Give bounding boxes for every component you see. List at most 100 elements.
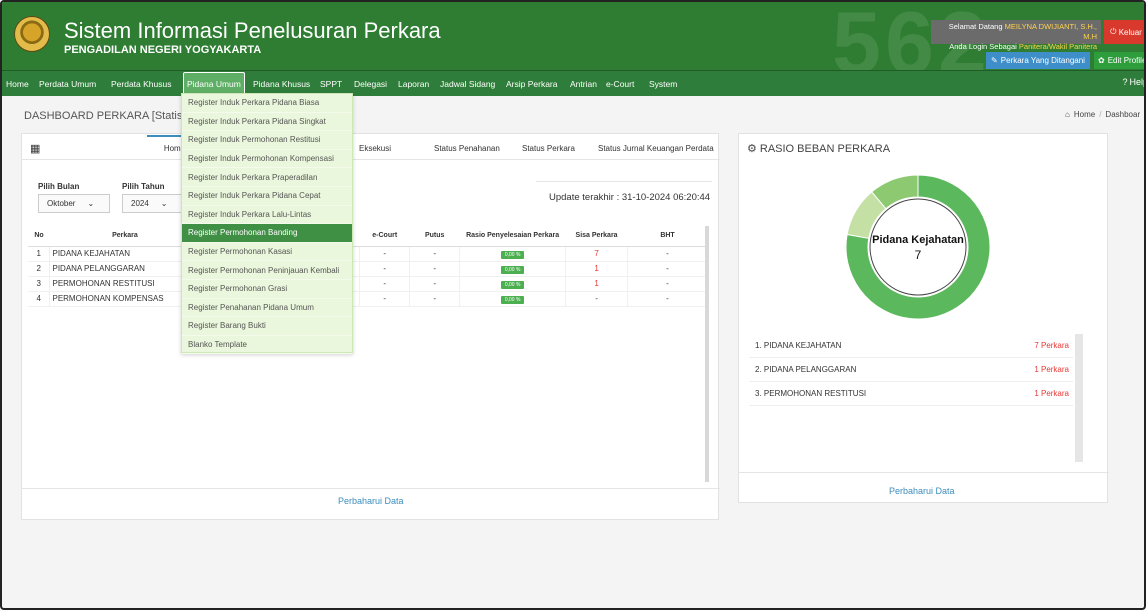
legend-list: 1. PIDANA KEJAHATAN 7 Perkara 2. PIDANA … <box>749 334 1073 406</box>
rasio-badge: 0,00 % <box>500 250 525 259</box>
login-prefix: Anda Login Sebagai <box>949 42 1017 51</box>
nav-item-antrian[interactable]: Antrian <box>570 71 597 97</box>
rasio-badge: 0,00 % <box>500 295 525 304</box>
nav-item-delegasi[interactable]: Delegasi <box>354 71 387 97</box>
perkara-table: No Perkara e-Court Putus Rasio Penyelesa… <box>28 226 708 307</box>
perkara-ditangani-button[interactable]: ✎ Perkara Yang Ditangani <box>986 52 1090 69</box>
menu-item-register-kasasi[interactable]: Register Permohonan Kasasi <box>182 243 352 262</box>
cell-sisa[interactable]: 1 <box>565 276 629 292</box>
perkara-ditangani-label: Perkara Yang Ditangani <box>1000 56 1085 65</box>
nav-item-perdata-khusus[interactable]: Perdata Khusus <box>111 71 171 97</box>
rasio-panel: ⚙ RASIO BEBAN PERKARA Pidana Kejahatan 7… <box>738 133 1109 503</box>
table-row: 1 PIDANA KEJAHATAN - - 0,00 % 7 - <box>28 246 708 262</box>
cell-sisa[interactable]: 1 <box>565 261 629 277</box>
question-icon: ? <box>1122 77 1128 87</box>
app-header: 562 Sistem Informasi Penelusuran Perkara… <box>2 2 1144 92</box>
menu-item-register-lalu-lintas[interactable]: Register Induk Perkara Lalu-Lintas <box>182 206 352 225</box>
nav-item-laporan[interactable]: Laporan <box>398 71 429 97</box>
col-sisa: Sisa Perkara <box>565 226 628 247</box>
breadcrumb: ⌂ Home / Dashboar <box>1065 110 1140 119</box>
cell-ecourt: - <box>359 276 411 292</box>
col-no: No <box>28 226 50 247</box>
nav-item-system[interactable]: System <box>649 71 677 97</box>
cell-no: 4 <box>28 291 51 307</box>
chevron-down-icon: ⌄ <box>160 199 168 208</box>
help-button[interactable]: ? Help <box>1122 77 1144 87</box>
logout-button[interactable]: ⏻ Keluar <box>1104 20 1144 44</box>
refresh-data-link[interactable]: Perbaharui Data <box>338 496 404 506</box>
footer-divider <box>739 472 1109 473</box>
cell-perkara: PIDANA PELANGGARAN <box>49 261 201 277</box>
app-subtitle: PENGADILAN NEGERI YOGYAKARTA <box>64 44 262 56</box>
update-divider <box>536 181 712 182</box>
cell-bht: - <box>627 291 708 307</box>
legend-label: 1. PIDANA KEJAHATAN <box>755 341 842 350</box>
cell-bht: - <box>627 246 708 262</box>
bulan-select[interactable]: Oktober ⌄ <box>38 194 110 213</box>
legend-value[interactable]: 1 Perkara <box>1034 389 1069 398</box>
menu-item-register-peninjauan-kembali[interactable]: Register Permohonan Peninjauan Kembali <box>182 261 352 280</box>
donut-center-label: Pidana Kejahatan <box>872 234 964 246</box>
cell-rasio: 0,00 % <box>459 291 567 307</box>
nav-item-arsip-perkara[interactable]: Arsip Perkara <box>506 71 558 97</box>
tab-status-penahanan[interactable]: Status Penahanan <box>434 144 500 153</box>
tab-eksekusi[interactable]: Eksekusi <box>359 144 391 153</box>
tab-status-perkara[interactable]: Status Perkara <box>522 144 575 153</box>
menu-item-blanko-template[interactable]: Blanko Template <box>182 336 352 355</box>
menu-item-register-pidana-cepat[interactable]: Register Induk Perkara Pidana Cepat <box>182 187 352 206</box>
cell-putus: - <box>409 276 461 292</box>
nav-item-home[interactable]: Home <box>6 71 29 97</box>
tahun-select[interactable]: 2024 ⌄ <box>122 194 182 213</box>
cell-no: 2 <box>28 261 51 277</box>
cell-sisa: - <box>565 291 629 307</box>
help-label: Help <box>1129 77 1144 87</box>
menu-item-register-praperadilan[interactable]: Register Induk Perkara Praperadilan <box>182 168 352 187</box>
cell-putus: - <box>409 246 461 262</box>
cell-perkara: PERMOHONAN KOMPENSAS <box>49 291 201 307</box>
menu-item-register-pidana-singkat[interactable]: Register Induk Perkara Pidana Singkat <box>182 113 352 132</box>
cell-ecourt: - <box>359 246 411 262</box>
rasio-badge: 0,00 % <box>500 280 525 289</box>
edit-profile-button[interactable]: ✿ Edit Profile <box>1094 52 1144 69</box>
bulan-value: Oktober <box>47 199 76 208</box>
menu-item-register-pidana-biasa[interactable]: Register Induk Perkara Pidana Biasa <box>182 94 352 113</box>
gears-icon: ⚙ <box>747 143 757 155</box>
menu-item-register-restitusi[interactable]: Register Induk Permohonan Restitusi <box>182 131 352 150</box>
cell-sisa[interactable]: 7 <box>565 246 629 262</box>
cell-rasio: 0,00 % <box>459 261 567 277</box>
tab-status-jurnal[interactable]: Status Jurnal Keuangan Perdata <box>598 144 714 153</box>
cell-putus: - <box>409 261 461 277</box>
table-scrollbar[interactable] <box>705 226 709 482</box>
menu-item-register-grasi[interactable]: Register Permohonan Grasi <box>182 280 352 299</box>
nav-item-jadwal-sidang[interactable]: Jadwal Sidang <box>440 71 495 97</box>
menu-item-register-barang-bukti[interactable]: Register Barang Bukti <box>182 317 352 336</box>
tahun-value: 2024 <box>131 199 149 208</box>
grid-menu-icon[interactable]: ▦ <box>30 142 40 155</box>
app-title: Sistem Informasi Penelusuran Perkara <box>64 18 441 43</box>
nav-item-ecourt[interactable]: e-Court <box>606 71 634 97</box>
legend-label: 2. PIDANA PELANGGARAN <box>755 365 857 374</box>
menu-item-register-banding[interactable]: Register Permohonan Banding <box>182 224 352 243</box>
welcome-box: Selamat Datang MEILYNA DWIJIANTI, S.H., … <box>931 20 1101 51</box>
app-window: 562 Sistem Informasi Penelusuran Perkara… <box>0 0 1146 610</box>
wrench-icon: ✎ <box>991 56 998 65</box>
gear-icon: ✿ <box>1098 56 1105 65</box>
cell-perkara: PERMOHONAN RESTITUSI <box>49 276 201 292</box>
legend-value[interactable]: 1 Perkara <box>1034 365 1069 374</box>
bulan-label: Pilih Bulan <box>38 182 80 191</box>
legend-value[interactable]: 7 Perkara <box>1034 341 1069 350</box>
user-role: Panitera/Wakil Panitera <box>1018 42 1097 51</box>
col-putus: Putus <box>409 226 460 247</box>
cell-no: 1 <box>28 246 51 262</box>
logout-label: Keluar <box>1118 27 1142 37</box>
nav-item-perdata-umum[interactable]: Perdata Umum <box>39 71 96 97</box>
menu-item-register-penahanan[interactable]: Register Penahanan Pidana Umum <box>182 299 352 318</box>
menu-item-register-kompensasi[interactable]: Register Induk Permohonan Kompensasi <box>182 150 352 169</box>
refresh-data-link[interactable]: Perbaharui Data <box>889 486 955 496</box>
breadcrumb-home[interactable]: Home <box>1074 110 1095 119</box>
rasio-title-text: RASIO BEBAN PERKARA <box>759 142 891 155</box>
legend-scrollbar[interactable] <box>1075 334 1083 462</box>
court-logo-icon <box>14 16 50 52</box>
dashboard-panel: ▦ Home i Eksekusi Status Penahanan Statu… <box>21 133 720 520</box>
legend-label: 3. PERMOHONAN RESTITUSI <box>755 389 867 398</box>
